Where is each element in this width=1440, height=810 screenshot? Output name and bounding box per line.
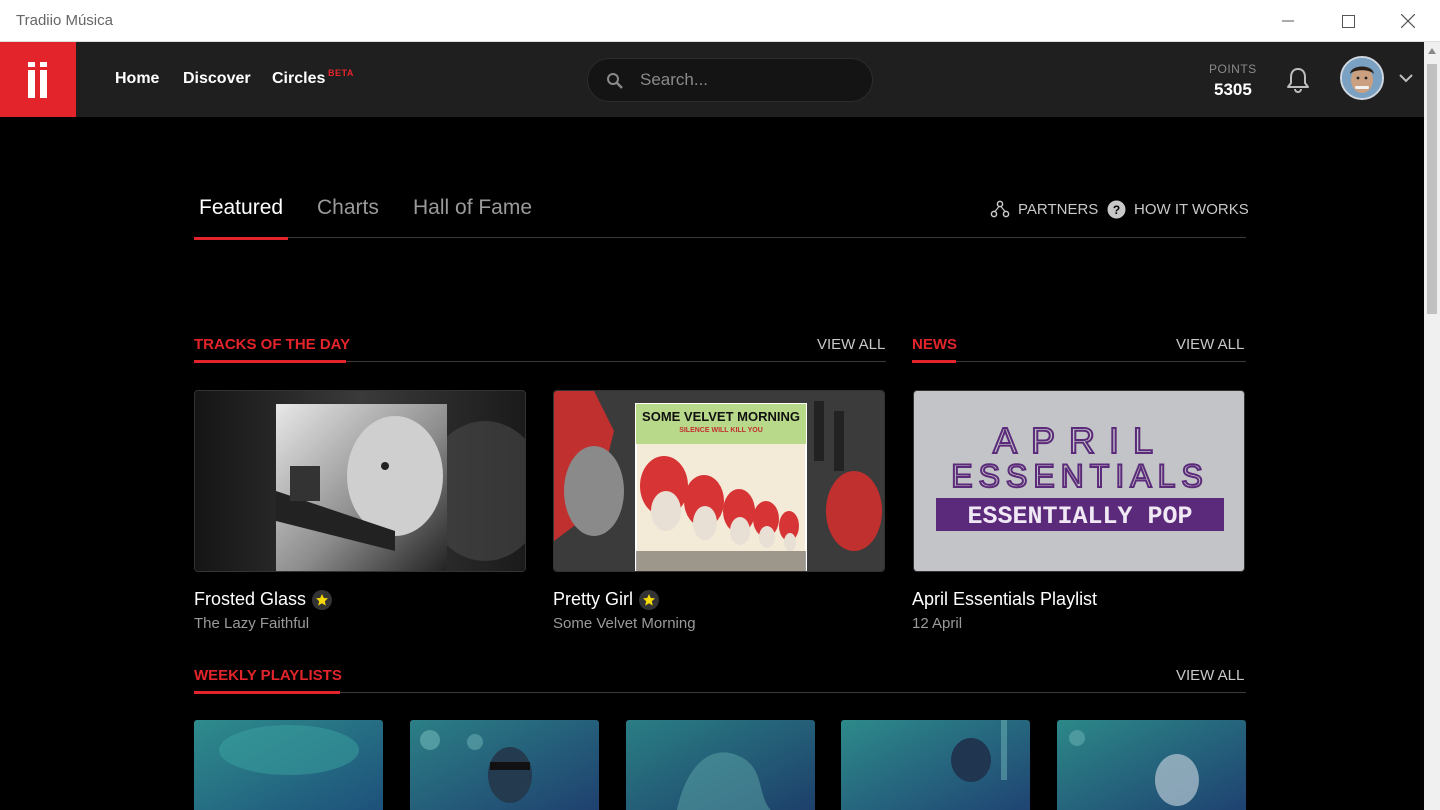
track-card-frosted-glass[interactable]: [194, 390, 526, 572]
weekly-playlist-card[interactable]: [194, 720, 383, 810]
minimize-icon: [1282, 20, 1294, 22]
track-artist: Some Velvet Morning: [553, 615, 696, 632]
news-card[interactable]: APRIL ESSENTIALS ESSENTIALLY POP: [913, 390, 1245, 572]
news-title[interactable]: April Essentials Playlist: [912, 589, 1097, 610]
track-title-row[interactable]: Pretty Girl: [553, 589, 660, 610]
tracks-view-all[interactable]: VIEW ALL: [817, 336, 885, 353]
star-badge: [312, 589, 333, 610]
window-title: Tradiio Música: [16, 12, 113, 29]
weekly-view-all[interactable]: VIEW ALL: [1176, 667, 1244, 684]
track-card-pretty-girl[interactable]: SOME VELVET MORNING SILENCE WILL KILL YO…: [553, 390, 885, 572]
tabs-divider: [194, 237, 1246, 238]
bell-icon[interactable]: [1283, 65, 1313, 95]
news-art-line1: APRIL: [993, 420, 1167, 461]
playlist-cover: [410, 720, 599, 810]
weekly-section-title: WEEKLY PLAYLISTS: [194, 667, 342, 684]
search-icon: [607, 73, 623, 89]
partners-icon: [990, 200, 1010, 218]
track-cover-frosted-glass: [195, 391, 525, 571]
track-title-row[interactable]: Frosted Glass: [194, 589, 333, 610]
playlist-cover: [841, 720, 1030, 810]
track-cover-pretty-girl: SOME VELVET MORNING SILENCE WILL KILL YO…: [554, 391, 884, 571]
star-badge: [639, 589, 660, 610]
weekly-playlist-card[interactable]: [626, 720, 815, 810]
news-art-line2: ESSENTIALS: [951, 458, 1208, 494]
tradiio-logo[interactable]: [0, 42, 76, 117]
window-titlebar: Tradiio Música: [0, 0, 1440, 42]
search-input[interactable]: [640, 59, 860, 101]
news-art-line3: ESSENTIALLY POP: [967, 502, 1192, 531]
tab-charts[interactable]: Charts: [317, 196, 379, 220]
cover-line1: SOME VELVET MORNING: [642, 409, 800, 424]
track-artist: The Lazy Faithful: [194, 615, 310, 632]
playlist-cover: [194, 720, 383, 810]
track-title: Pretty Girl: [553, 589, 634, 609]
cover-line2: SILENCE WILL KILL YOU: [679, 427, 763, 434]
points-label: POINTS: [1209, 62, 1257, 76]
playlist-cover: [1057, 720, 1246, 810]
news-date: 12 April: [912, 615, 963, 632]
weekly-playlist-card[interactable]: [841, 720, 1030, 810]
tracks-accent: [194, 360, 346, 363]
partners-link[interactable]: PARTNERS: [990, 200, 1098, 218]
star-icon: [316, 593, 329, 606]
maximize-icon: [1341, 14, 1355, 28]
weekly-divider: [194, 692, 1246, 693]
tracks-section-title: TRACKS OF THE DAY: [194, 336, 351, 353]
news-view-all[interactable]: VIEW ALL: [1176, 336, 1244, 353]
scrollbar-thumb[interactable]: [1427, 64, 1437, 314]
close-icon: [1401, 14, 1415, 28]
maximize-button[interactable]: [1325, 0, 1371, 42]
news-cover: APRIL ESSENTIALS ESSENTIALLY POP: [914, 391, 1244, 571]
tab-hall-of-fame[interactable]: Hall of Fame: [413, 196, 532, 220]
chevron-down-icon[interactable]: [1398, 72, 1414, 84]
app-header: Home Discover Circles BETA POINTS 5305: [0, 42, 1424, 117]
track-title: Frosted Glass: [194, 589, 307, 609]
nav-circles[interactable]: Circles: [272, 70, 325, 88]
tradiio-logo-icon: [28, 61, 47, 98]
avatar[interactable]: [1340, 56, 1384, 100]
weekly-playlist-card[interactable]: [1057, 720, 1246, 810]
svg-text:?: ?: [1113, 203, 1120, 217]
news-accent: [912, 360, 956, 363]
help-icon: ?: [1107, 200, 1126, 219]
partners-label: PARTNERS: [1018, 200, 1099, 218]
how-it-works-link[interactable]: ? HOW IT WORKS: [1107, 200, 1249, 219]
nav-home[interactable]: Home: [115, 70, 159, 88]
nav-discover[interactable]: Discover: [183, 70, 251, 88]
points-value: 5305: [1214, 80, 1252, 99]
beta-badge: BETA: [328, 68, 354, 78]
tab-featured[interactable]: Featured: [199, 196, 283, 220]
news-divider: [912, 361, 1246, 362]
weekly-accent: [194, 691, 340, 694]
how-it-works-label: HOW IT WORKS: [1134, 201, 1249, 218]
playlist-cover: [626, 720, 815, 810]
minimize-button[interactable]: [1265, 0, 1311, 42]
search-box[interactable]: [587, 58, 873, 102]
vertical-scrollbar[interactable]: [1424, 42, 1440, 810]
close-button[interactable]: [1385, 0, 1431, 42]
star-icon: [643, 593, 656, 606]
user-avatar-image: [1342, 58, 1382, 98]
weekly-playlist-card[interactable]: [410, 720, 599, 810]
news-section-title: NEWS: [912, 336, 957, 353]
scroll-up-arrow-icon[interactable]: [1427, 46, 1437, 56]
active-tab-indicator: [194, 237, 288, 240]
